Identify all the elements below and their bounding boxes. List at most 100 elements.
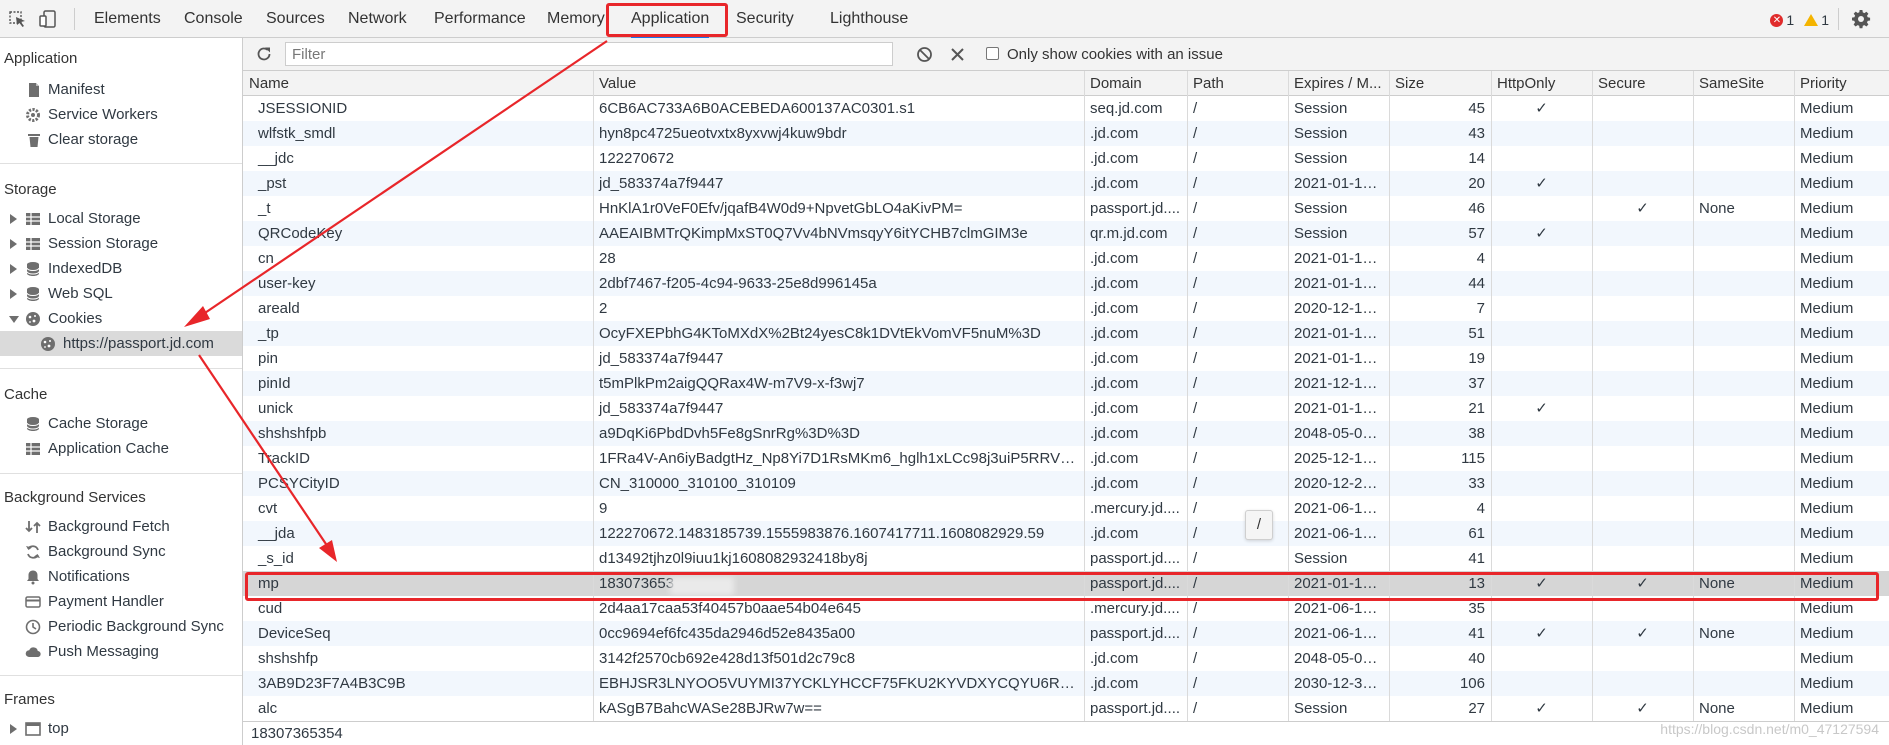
sidebar-item-local-storage[interactable]: Local Storage	[0, 206, 242, 231]
column-header-priority[interactable]: Priority	[1794, 71, 1889, 96]
table-row[interactable]: PCSYCityID CN_310000_310100_310109 .jd.com…	[243, 471, 1889, 496]
column-divider[interactable]	[1693, 71, 1694, 721]
column-divider[interactable]	[1491, 71, 1492, 721]
tab-performance[interactable]: Performance	[434, 0, 526, 38]
only-issues-label[interactable]: Only show cookies with an issue	[1007, 38, 1223, 71]
close-icon[interactable]	[950, 47, 965, 62]
cell-httponly: ✓	[1535, 400, 1548, 417]
sidebar-item-push-messaging[interactable]: Push Messaging	[0, 639, 242, 664]
column-header-size[interactable]: Size	[1389, 71, 1491, 96]
chevron-right-icon[interactable]	[10, 239, 17, 249]
issue-counters[interactable]: ✕ 1 1	[1770, 0, 1829, 38]
cell-name: _t	[258, 200, 271, 217]
column-divider[interactable]	[1389, 71, 1390, 721]
device-toolbar-icon[interactable]	[38, 10, 58, 28]
column-header-name[interactable]: Name	[243, 71, 593, 96]
cell-size: 4	[1476, 500, 1485, 517]
column-divider[interactable]	[1288, 71, 1289, 721]
table-row[interactable]: alc kASgB7BahcWASe28BJRw7w== passport.jd..…	[243, 696, 1889, 721]
tab-elements[interactable]: Elements	[94, 0, 161, 38]
tab-security[interactable]: Security	[736, 0, 794, 38]
column-header-domain[interactable]: Domain	[1084, 71, 1187, 96]
refresh-icon[interactable]	[255, 45, 273, 63]
cell-httponly	[1491, 321, 1592, 346]
sidebar-item-notifications[interactable]: Notifications	[0, 564, 242, 589]
table-row[interactable]: cvt 9 .mercury.jd..../2021-06-14... 4 Medium	[243, 496, 1889, 521]
cell-samesite	[1693, 296, 1794, 321]
table-row[interactable]: cn 28 .jd.com / 2021-01-15... 4 Medium	[243, 246, 1889, 271]
tab-network[interactable]: Network	[348, 0, 407, 38]
table-row[interactable]: pin jd_583374a7f9447 .jd.com / 2021-01-15...…	[243, 346, 1889, 371]
sidebar-item-session-storage[interactable]: Session Storage	[0, 231, 242, 256]
sidebar-item-service-workers[interactable]: Service Workers	[0, 102, 242, 127]
table-row[interactable]: QRCodeKey AAEAIBMTrQKimpMxST0Q7Vv4bNVmsqy…	[243, 221, 1889, 246]
column-divider[interactable]	[593, 71, 594, 721]
table-row[interactable]: _s_id d13492tjhz0l9iuu1kj1608082932418by8…	[243, 546, 1889, 571]
column-divider[interactable]	[1794, 71, 1795, 721]
tab-console[interactable]: Console	[184, 0, 243, 38]
table-row[interactable]: shshshfpb a9DqKi6PbdDvh5Fe8gSnrRg%3D%3D .j…	[243, 421, 1889, 446]
sidebar-item-manifest[interactable]: Manifest	[0, 77, 242, 102]
sidebar-item-payment-handler[interactable]: Payment Handler	[0, 589, 242, 614]
column-header-secure[interactable]: Secure	[1592, 71, 1693, 96]
column-divider[interactable]	[1084, 71, 1085, 721]
chevron-down-icon[interactable]	[9, 316, 19, 323]
table-row[interactable]: areald 2 .jd.com / 2020-12-18... 7 Medium	[243, 296, 1889, 321]
sidebar-item-indexeddb[interactable]: IndexedDB	[0, 256, 242, 281]
sidebar-item-cookie-origin[interactable]: https://passport.jd.com	[0, 331, 242, 356]
column-divider[interactable]	[1187, 71, 1188, 721]
cell-value: jd_583374a7f9447	[599, 400, 724, 417]
tab-sources[interactable]: Sources	[266, 0, 325, 38]
sidebar-item-frame-top[interactable]: top	[0, 716, 242, 741]
table-row[interactable]: shshshfp 3142f2570cb692e428d13f501d2c79c8…	[243, 646, 1889, 671]
inspect-element-icon[interactable]	[8, 10, 28, 28]
table-row[interactable]: _t HnKlA1r0VeF0Efv/jqafB4W0d9+NpvetGbLO4a…	[243, 196, 1889, 221]
table-row[interactable]: pinId t5mPlkPm2aigQQRax4W-m7V9-x-f3wj7 .jd…	[243, 371, 1889, 396]
only-issues-checkbox[interactable]	[986, 47, 999, 60]
cell-priority: Medium	[1800, 500, 1854, 517]
table-row[interactable]: DeviceSeq 0cc9694ef6fc435da2946d52e8435a0…	[243, 621, 1889, 646]
table-row[interactable]: __jdc 122270672 .jd.com / Session 14 Medium	[243, 146, 1889, 171]
column-header-value[interactable]: Value	[593, 71, 1084, 96]
column-header-path[interactable]: Path	[1187, 71, 1288, 96]
column-header-samesite[interactable]: SameSite	[1693, 71, 1794, 96]
cell-value: 2dbf7467-f205-4c94-9633-25e8d996145a	[599, 275, 877, 292]
gear-icon[interactable]	[1851, 9, 1871, 29]
table-row[interactable]: _tp OcyFXEPbhG4KToMXdX%2Bt24yesC8k1DVtEkV…	[243, 321, 1889, 346]
cell-value: 122270672	[599, 150, 675, 167]
column-header-httponly[interactable]: HttpOnly	[1491, 71, 1592, 96]
clear-all-icon[interactable]	[916, 46, 933, 63]
cell-priority: Medium	[1800, 625, 1854, 642]
tab-lighthouse[interactable]: Lighthouse	[830, 0, 908, 38]
column-header-expires[interactable]: Expires / M...	[1288, 71, 1389, 96]
table-row[interactable]: user-key 2dbf7467-f205-4c94-9633-25e8d996…	[243, 271, 1889, 296]
cell-httponly	[1491, 421, 1592, 446]
chevron-right-icon[interactable]	[10, 264, 17, 274]
sidebar-item-application-cache[interactable]: Application Cache	[0, 436, 242, 461]
cell-size: 115	[1461, 450, 1485, 467]
table-row[interactable]: unick jd_583374a7f9447 .jd.com / 2021-01-15.…	[243, 396, 1889, 421]
table-row[interactable]: _pst jd_583374a7f9447 .jd.com / 2021-01-15..…	[243, 171, 1889, 196]
tab-memory[interactable]: Memory	[547, 0, 605, 38]
table-row[interactable]: 3AB9D23F7A4B3C9B EBHJSR3LNYOO5VUYMI37YCKL…	[243, 671, 1889, 696]
table-row[interactable]: TrackID 1FRa4V-An6iyBadgtHz_Np8Yi7D1RsMKm…	[243, 446, 1889, 471]
sidebar-item-cookies[interactable]: Cookies	[0, 306, 242, 331]
table-row[interactable]: JSESSIONID 6CB6AC733A6B0ACEBEDA600137AC03…	[243, 96, 1889, 121]
sidebar-item-background-sync[interactable]: Background Sync	[0, 539, 242, 564]
sidebar-item-background-fetch[interactable]: Background Fetch	[0, 514, 242, 539]
chevron-right-icon[interactable]	[10, 289, 17, 299]
filter-input[interactable]	[285, 42, 893, 66]
cell-domain: .jd.com	[1090, 300, 1139, 317]
section-header-application: Application	[4, 50, 78, 67]
sidebar-item-periodic-background-sync[interactable]: Periodic Background Sync	[0, 614, 242, 639]
sidebar-item-web-sql[interactable]: Web SQL	[0, 281, 242, 306]
cell-httponly	[1491, 546, 1592, 571]
sidebar-item-clear-storage[interactable]: Clear storage	[0, 127, 242, 152]
chevron-right-icon[interactable]	[10, 724, 17, 734]
chevron-right-icon[interactable]	[10, 214, 17, 224]
sidebar-item-cache-storage[interactable]: Cache Storage	[0, 411, 242, 436]
cell-size: 37	[1468, 375, 1485, 392]
table-row[interactable]: wlfstk_smdl hyn8pc4725ueotvxtx8yxvwj4kuw9…	[243, 121, 1889, 146]
table-row[interactable]: __jda 122270672.1483185739.1555983876.160…	[243, 521, 1889, 546]
column-divider[interactable]	[1592, 71, 1593, 721]
